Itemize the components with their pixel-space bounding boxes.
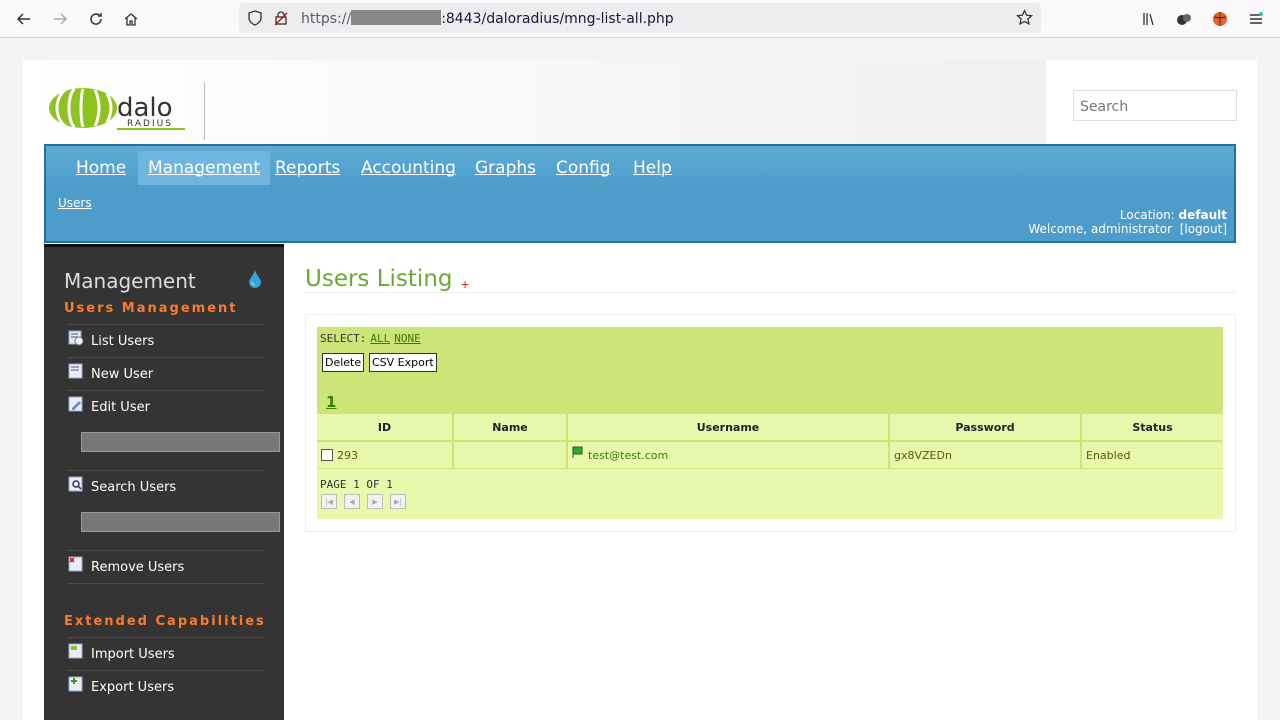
nav-accounting[interactable]: Accounting — [361, 158, 456, 178]
back-icon[interactable] — [12, 7, 36, 31]
users-table-area: SELECT: ALL NONE Delete CSV Export 1 ID Na… — [317, 327, 1223, 519]
water-drop-icon — [247, 269, 263, 293]
nav-home[interactable]: Home — [76, 158, 126, 178]
title-divider — [305, 292, 1236, 293]
sidebar-item-new-user[interactable]: New User — [68, 357, 264, 390]
table-row: 293 test@test.com gx8VZEDn Enabled — [317, 442, 1223, 468]
column-header-name[interactable]: Name — [454, 414, 568, 440]
logo-text-radius: RADIUS — [127, 119, 173, 129]
nav-config[interactable]: Config — [556, 158, 611, 178]
extension-icon[interactable] — [1172, 7, 1196, 31]
remove-users-icon — [68, 556, 83, 572]
logout-link[interactable]: [logout] — [1180, 222, 1227, 236]
nav-reports[interactable]: Reports — [275, 158, 340, 178]
url-text[interactable]: https://:8443/daloradius/mng-list-all.ph… — [301, 10, 674, 27]
edit-user-input[interactable] — [81, 432, 280, 452]
list-users-icon — [68, 330, 84, 346]
table-header-row: ID Name Username Password Status — [317, 414, 1223, 440]
column-header-password[interactable]: Password — [890, 414, 1082, 440]
csv-export-button[interactable]: CSV Export — [369, 353, 437, 372]
sidebar: Management Users Management List Users N… — [44, 244, 284, 720]
edit-user-icon — [68, 396, 83, 412]
nav-management[interactable]: Management — [138, 151, 270, 185]
id-value: 293 — [337, 448, 358, 462]
sidebar-divider — [68, 583, 264, 584]
sidebar-title: Management — [64, 269, 196, 293]
cell-password: gx8VZEDn — [890, 442, 1082, 468]
top-navigation: Home Management Reports Accounting Graph… — [44, 144, 1236, 243]
prev-page-icon[interactable]: ◀ — [344, 494, 360, 509]
location-value: default — [1178, 208, 1227, 222]
cell-username: test@test.com — [568, 442, 890, 468]
sidebar-item-import-users[interactable]: Import Users — [68, 637, 264, 670]
help-toggle[interactable]: + — [461, 278, 470, 291]
new-user-icon — [68, 363, 83, 379]
bookmark-star-icon[interactable] — [1016, 9, 1033, 26]
page-container: dalo RADIUS Search Home Management Repor… — [23, 60, 1257, 720]
page-info: PAGE 1 OF 1 — [320, 478, 393, 491]
sidebar-item-search-users[interactable]: Search Users — [68, 470, 264, 503]
sidebar-item-edit-user[interactable]: Edit User — [68, 390, 264, 423]
page-number-link[interactable]: 1 — [326, 393, 336, 411]
section-users-management: Users Management — [64, 301, 238, 316]
search-users-input[interactable] — [81, 512, 280, 532]
import-users-icon — [68, 643, 83, 659]
sidebar-item-export-users[interactable]: Export Users — [68, 670, 264, 703]
user-status-flag-icon — [572, 446, 583, 458]
column-header-id[interactable]: ID — [317, 414, 454, 440]
sidebar-item-list-users[interactable]: List Users — [68, 324, 264, 357]
location-label: Location: — [1119, 208, 1175, 222]
select-none-link[interactable]: NONE — [394, 332, 421, 345]
search-users-icon — [68, 476, 83, 492]
submenu-users[interactable]: Users — [58, 196, 92, 210]
home-icon[interactable] — [119, 7, 143, 31]
address-bar[interactable]: https://:8443/daloradius/mng-list-all.ph… — [239, 3, 1041, 33]
reload-icon[interactable] — [84, 7, 108, 31]
nav-graphs[interactable]: Graphs — [475, 158, 536, 178]
browser-toolbar: https://:8443/daloradius/mng-list-all.ph… — [0, 0, 1280, 38]
table-footer: PAGE 1 OF 1 |◀ ◀ ▶ ▶| — [317, 469, 1223, 519]
page-title-text: Users Listing — [305, 266, 453, 292]
library-icon[interactable] — [1137, 7, 1161, 31]
location-info: Location: default Welcome, administrator… — [1028, 208, 1227, 236]
row-checkbox[interactable] — [321, 449, 333, 461]
search-input[interactable]: Search — [1073, 90, 1237, 121]
welcome-text: Welcome, administrator — [1028, 222, 1173, 236]
sidebar-item-remove-users[interactable]: Remove Users — [68, 550, 264, 583]
export-users-icon — [68, 676, 83, 692]
last-page-icon[interactable]: ▶| — [390, 494, 406, 509]
redacted-host — [351, 10, 442, 25]
cell-name — [454, 442, 568, 468]
lock-icon[interactable] — [273, 10, 289, 26]
select-line: SELECT: ALL NONE — [320, 332, 421, 345]
menu-icon[interactable] — [1244, 7, 1268, 31]
daloradius-logo[interactable]: dalo RADIUS — [49, 86, 189, 136]
column-header-username[interactable]: Username — [568, 414, 890, 440]
forward-icon[interactable] — [48, 7, 72, 31]
page-title: Users Listing + — [305, 266, 470, 292]
column-header-status[interactable]: Status — [1082, 414, 1223, 440]
shield-icon[interactable] — [247, 10, 263, 26]
addon-ball-icon[interactable] — [1208, 7, 1232, 31]
delete-button[interactable]: Delete — [322, 353, 365, 372]
username-link[interactable]: test@test.com — [588, 449, 668, 462]
first-page-icon[interactable]: |◀ — [321, 494, 337, 509]
cell-status: Enabled — [1082, 442, 1223, 468]
select-label: SELECT: — [320, 332, 367, 345]
cell-id: 293 — [317, 442, 454, 468]
section-extended-capabilities: Extended Capabilities — [64, 614, 266, 629]
select-all-link[interactable]: ALL — [370, 332, 390, 345]
logo-divider — [204, 82, 205, 140]
next-page-icon[interactable]: ▶ — [367, 494, 383, 509]
nav-help[interactable]: Help — [633, 158, 672, 178]
